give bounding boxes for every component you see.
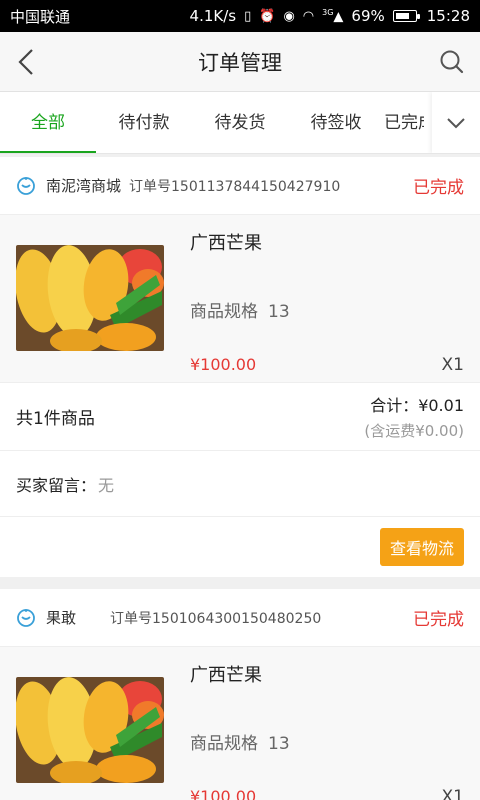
order-actions: 查看物流 [0, 517, 480, 577]
shop-icon [17, 176, 35, 195]
order-number: 订单号1501137844150427910 [129, 178, 341, 195]
product-spec: 商品规格 13 [190, 734, 290, 754]
order-header: 果敢 订单号1501064300150480250 已完成 [0, 589, 480, 647]
order-card: 果敢 订单号1501064300150480250 已完成 广西芒果 商品规格 1… [0, 589, 480, 800]
product-spec: 商品规格 13 [190, 302, 290, 322]
search-icon[interactable] [438, 48, 466, 76]
buyer-message: 买家留言： 无 [0, 451, 480, 517]
shop-name[interactable]: 南泥湾商城 [46, 175, 121, 196]
signal-icon: 3G▲ [322, 7, 344, 25]
product-quantity: X1 [441, 355, 464, 375]
battery-percent: 69% [351, 7, 385, 25]
product-image [16, 245, 164, 351]
back-icon[interactable] [14, 46, 42, 78]
buyer-message-value: 无 [98, 475, 115, 495]
order-card: 南泥湾商城 订单号1501137844150427910 已完成 广西芒果 商品… [0, 157, 480, 577]
product-name: 广西芒果 [190, 233, 262, 254]
page-title: 订单管理 [198, 50, 282, 75]
product-quantity: X1 [441, 787, 464, 800]
tab-completed[interactable]: 已完成 [384, 92, 424, 153]
buyer-message-label: 买家留言： [16, 475, 97, 495]
status-bar: 中国联通 4.1K/s ▯ ⏰ ◉ ◠ 3G▲ 69% 15:28 [0, 0, 480, 32]
carrier-label: 中国联通 [10, 7, 71, 26]
app-header: 订单管理 [0, 32, 480, 92]
eye-icon: ◉ [283, 8, 295, 24]
tabs-more-button[interactable] [432, 92, 480, 153]
product-name: 广西芒果 [190, 665, 262, 686]
alarm-icon: ⏰ [259, 8, 276, 24]
clock: 15:28 [426, 7, 470, 25]
order-tabs: 全部 待付款 待发货 待签收 已完成 [0, 92, 480, 154]
shop-name[interactable]: 果敢 [46, 607, 76, 628]
product-row[interactable]: 广西芒果 商品规格 13 ¥100.00 X1 [0, 647, 480, 800]
product-price: ¥100.00 [190, 787, 257, 800]
tab-pending-receipt[interactable]: 待签收 [288, 92, 384, 153]
tab-pending-payment[interactable]: 待付款 [96, 92, 192, 153]
order-total: 合计：¥0.01 [370, 396, 464, 415]
order-status: 已完成 [413, 610, 464, 630]
tab-all[interactable]: 全部 [0, 92, 96, 153]
product-info: 广西芒果 商品规格 13 ¥100.00 X1 [190, 227, 464, 382]
item-count: 共1件商品 [16, 409, 95, 429]
product-info: 广西芒果 商品规格 13 ¥100.00 X1 [190, 659, 464, 800]
battery-icon [392, 10, 420, 22]
order-header: 南泥湾商城 订单号1501137844150427910 已完成 [0, 157, 480, 215]
tab-pending-shipment[interactable]: 待发货 [192, 92, 288, 153]
product-row[interactable]: 广西芒果 商品规格 13 ¥100.00 X1 [0, 215, 480, 383]
order-number: 订单号1501064300150480250 [110, 610, 322, 627]
order-status: 已完成 [413, 178, 464, 198]
product-price: ¥100.00 [190, 355, 257, 374]
product-image [16, 677, 164, 783]
shipping-fee: (含运费¥0.00) [364, 422, 464, 440]
network-speed: 4.1K/s [189, 7, 237, 25]
wifi-icon: ◠ [302, 8, 315, 24]
order-summary: 共1件商品 合计：¥0.01 (含运费¥0.00) [0, 383, 480, 451]
chevron-down-icon [447, 118, 465, 129]
vibrate-icon: ▯ [244, 8, 252, 24]
shop-icon [17, 608, 35, 627]
view-logistics-button[interactable]: 查看物流 [379, 528, 464, 566]
